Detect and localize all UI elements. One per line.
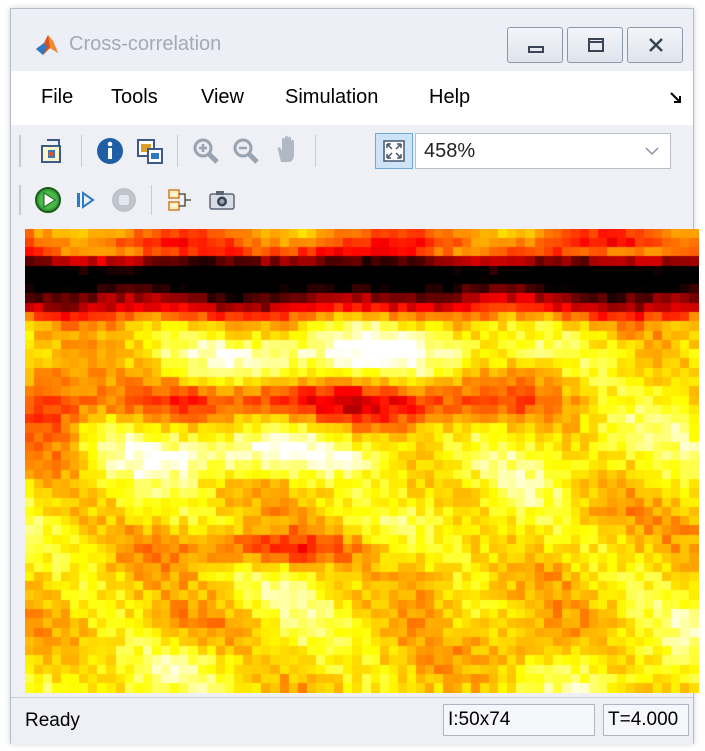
menu-tools[interactable]: Tools [111, 86, 158, 109]
zoom-value: 458% [424, 140, 476, 162]
main-toolbar: 458% [11, 125, 693, 177]
matlab-icon [33, 31, 61, 59]
image-dimensions: I:50x74 [443, 704, 595, 736]
toolbar-grip [19, 185, 21, 215]
close-button[interactable] [627, 27, 683, 63]
maximize-button[interactable] [567, 27, 623, 63]
menu-bar: File Tools View Simulation Help [11, 71, 693, 125]
camera-icon[interactable] [207, 185, 237, 215]
minimize-button[interactable] [507, 27, 563, 63]
minimize-icon [528, 46, 544, 53]
model-icon[interactable] [37, 136, 67, 166]
image-display[interactable] [25, 229, 699, 693]
hand-icon[interactable] [273, 134, 303, 164]
title-bar[interactable]: Cross-correlation [11, 9, 693, 71]
correlation-heatmap [25, 229, 699, 693]
status-text: Ready [25, 710, 80, 731]
playback-toolbar [11, 177, 693, 223]
status-bar: Ready I:50x74 T=4.000 [11, 697, 693, 744]
zoom-out-icon[interactable] [231, 136, 261, 166]
chevron-down-icon [645, 147, 659, 156]
dock-arrow-icon[interactable] [669, 91, 683, 105]
close-icon [649, 38, 663, 52]
menu-view[interactable]: View [201, 86, 244, 109]
menu-file[interactable]: File [41, 86, 73, 109]
menu-help[interactable]: Help [429, 86, 470, 109]
signal-selector-icon[interactable] [165, 185, 195, 215]
simulation-time: T=4.000 [603, 704, 689, 736]
video-viewer-window: Cross-correlation File Tools View Simula… [10, 8, 699, 744]
info-icon[interactable] [95, 136, 125, 166]
zoom-select[interactable]: 458% [415, 133, 671, 169]
menu-simulation[interactable]: Simulation [285, 86, 378, 109]
step-forward-icon[interactable] [71, 185, 101, 215]
zoom-in-icon[interactable] [191, 136, 221, 166]
maximize-icon [588, 38, 604, 52]
play-icon[interactable] [33, 185, 63, 215]
window-title: Cross-correlation [69, 33, 222, 55]
export-image-icon[interactable] [135, 136, 165, 166]
fit-to-view-button[interactable] [375, 133, 413, 169]
toolbar-grip [19, 135, 21, 167]
stop-icon[interactable] [109, 185, 139, 215]
fit-to-view-icon [383, 140, 405, 162]
